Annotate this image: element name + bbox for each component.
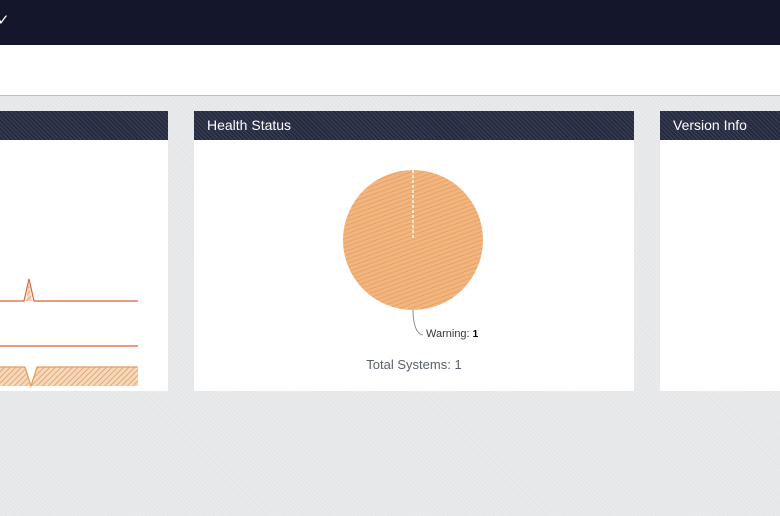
- health-status-panel: Health Status Warning: 1 Total Systems: …: [194, 111, 634, 391]
- pie-slice-label: Warning: 1: [426, 328, 478, 340]
- health-pie-chart: [343, 170, 483, 336]
- health-status-title: Health Status: [194, 111, 634, 140]
- trends-panel-header: [0, 111, 168, 140]
- sub-toolbar: [0, 45, 780, 96]
- warning-label-text: Warning:: [426, 328, 470, 340]
- warning-count: 1: [472, 329, 479, 340]
- sparkline-3: [0, 363, 138, 388]
- total-systems: Total Systems: 1: [194, 357, 634, 372]
- version-info-title: Version Info: [660, 111, 780, 140]
- version-info-panel: Version Info: [660, 111, 780, 391]
- pie-leader-line: [412, 309, 424, 336]
- check-icon[interactable]: ✓: [0, 12, 10, 30]
- top-navigation-bar: ✓: [0, 0, 780, 45]
- sparklines: [0, 278, 138, 388]
- sparkline-1: [0, 278, 138, 302]
- total-systems-label: Total Systems:: [366, 357, 451, 372]
- trends-panel: [0, 111, 168, 391]
- total-systems-value: 1: [454, 357, 462, 372]
